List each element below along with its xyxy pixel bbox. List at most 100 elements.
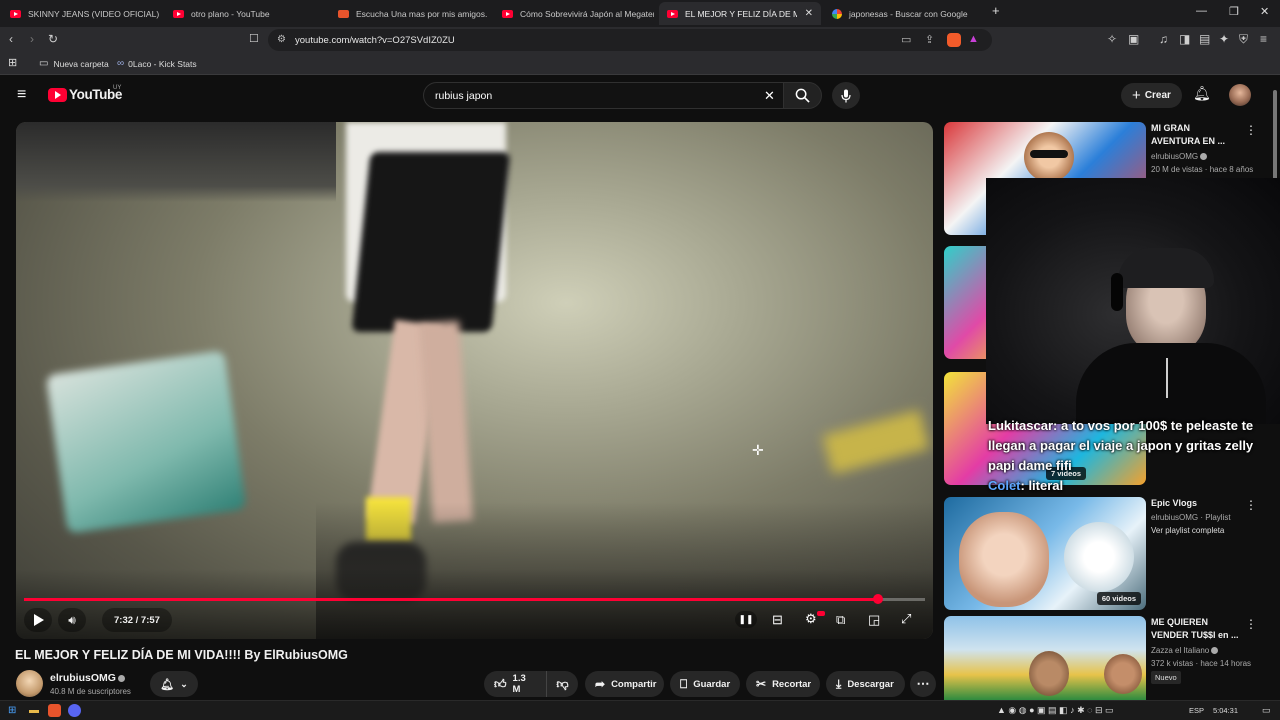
cast-icon[interactable]: ◲ <box>868 612 880 628</box>
necklace <box>1166 358 1168 398</box>
media-icon[interactable]: ♫ <box>1159 32 1168 46</box>
share-button[interactable]: ➦ Compartir <box>585 671 664 697</box>
address-bar[interactable]: ⚙ youtube.com/watch?v=O27SVdIZ0ZU ▭ ⇪ ▲ <box>268 29 992 51</box>
save-playlist-icon: ⎕ <box>680 676 688 691</box>
close-tab-icon[interactable]: ✕ <box>805 8 813 19</box>
link-icon: ∞ <box>117 58 125 69</box>
brave-rewards-icon[interactable]: ▲ <box>968 33 979 45</box>
more-options-icon[interactable]: ⋮ <box>1245 617 1257 631</box>
verified-icon <box>117 674 125 682</box>
browser-tab[interactable]: Escucha Una mas por mis amigos. Pr <box>330 2 490 25</box>
streamer-webcam <box>986 178 1280 424</box>
headphones-icon <box>1111 273 1123 311</box>
recommendation-thumbnail[interactable]: 60 videos <box>944 497 1146 610</box>
clock[interactable]: 5:04:31 <box>1213 706 1238 715</box>
recommendation-title[interactable]: ME QUIEREN VENDER TU$$I en ... <box>1151 616 1241 642</box>
video-title: EL MEJOR Y FELIZ DÍA DE MI VIDA!!!! By E… <box>15 648 348 662</box>
discord-icon[interactable] <box>68 704 81 717</box>
subscription-bell-button[interactable]: 🔔︎ ⌄ <box>150 671 198 697</box>
voice-search-button[interactable] <box>832 82 860 109</box>
more-options-icon[interactable]: ⋮ <box>1245 123 1257 137</box>
recommendation-title[interactable]: MI GRAN AVENTURA EN ... <box>1151 122 1241 148</box>
scissors-icon: ✂ <box>756 677 767 691</box>
recommendation-channel[interactable]: elrubiusOMG · Playlist <box>1151 513 1231 522</box>
more-actions-button[interactable]: ⋯ <box>910 671 936 697</box>
search-input[interactable]: rubius japon ✕ <box>423 82 785 109</box>
recommendation-meta: 20 M de vistas · hace 8 años <box>1151 165 1254 174</box>
os-taskbar: ⊞ ▬ ▲ ◉ ◍ ● ▣ ▤ ◧ ♪ ✱ ◌ ⊟ ▭ ESP 5:04:31 … <box>0 700 1280 720</box>
view-playlist-link[interactable]: Ver playlist completa <box>1151 526 1224 535</box>
like-button[interactable]: 👍︎ 1.3 M <box>484 671 546 697</box>
recommendation-thumbnail[interactable] <box>944 616 1146 700</box>
recommendation-channel[interactable]: elrubiusOMG <box>1151 152 1208 161</box>
recommendation-channel[interactable]: Zazza el Italiano <box>1151 646 1219 655</box>
recommendation-title[interactable]: Epic Vlogs <box>1151 497 1241 510</box>
install-app-icon[interactable]: ▭ <box>901 33 911 46</box>
bookmark-icon[interactable]: ☐ <box>249 32 259 45</box>
channel-avatar[interactable] <box>16 670 43 697</box>
browser-tab-active[interactable]: EL MEJOR Y FELIZ DÍA DE MI VID ✕ <box>659 2 821 25</box>
site-info-icon[interactable]: ⚙ <box>277 34 286 45</box>
keyboard-language[interactable]: ESP <box>1189 706 1204 715</box>
youtube-logo-icon[interactable] <box>48 88 67 102</box>
video-frame-shorts <box>351 152 511 332</box>
notification-center-icon[interactable]: ▭ <box>1262 705 1271 716</box>
create-button[interactable]: + Crear <box>1121 83 1182 108</box>
reload-icon[interactable]: ↻ <box>48 32 58 46</box>
windows-start-icon[interactable]: ⊞ <box>8 705 16 716</box>
save-button[interactable]: ⎕ Guardar <box>670 671 740 697</box>
screenshot-icon[interactable]: ▣ <box>1128 32 1139 46</box>
notifications-bell-icon[interactable]: 🔔︎ <box>1193 85 1211 102</box>
apps-grid-icon[interactable]: ⊞ <box>8 56 17 69</box>
forward-icon[interactable]: › <box>30 32 34 46</box>
browser-tab[interactable]: japonesas - Buscar con Google <box>824 2 984 25</box>
progress-bar[interactable] <box>24 594 925 604</box>
plus-icon: + <box>1132 87 1141 104</box>
video-player[interactable]: ✛ 🔊︎ 7:32 / 7:57 ❚❚ ⊟ ⚙ ⧉ ◲ ⤢ <box>16 122 933 639</box>
minimize-icon[interactable]: — <box>1196 5 1207 17</box>
share-icon[interactable]: ⇪ <box>925 33 934 46</box>
wallet-icon[interactable]: ▤ <box>1199 32 1210 46</box>
autoplay-toggle[interactable]: ❚❚ <box>735 611 757 628</box>
chevron-down-icon: ⌄ <box>180 678 188 689</box>
settings-gear-icon[interactable]: ⚙ <box>805 611 817 627</box>
bookmark-folder[interactable]: ▭ Nueva carpeta <box>39 58 109 69</box>
browser-tab[interactable]: otro plano - YouTube <box>165 2 325 25</box>
tray-icons[interactable]: ▲ ◉ ◍ ● ▣ ▤ ◧ ♪ ✱ ◌ ⊟ ▭ <box>997 705 1114 716</box>
share-arrow-icon: ➦ <box>595 677 606 691</box>
dislike-button[interactable]: 👎︎ <box>546 671 578 697</box>
clear-search-icon[interactable]: ✕ <box>764 88 775 104</box>
fullscreen-icon[interactable]: ⤢ <box>901 611 911 627</box>
download-button[interactable]: ⤓ Descargar <box>826 671 905 697</box>
volume-button[interactable]: 🔊︎ <box>58 608 86 632</box>
bell-icon: 🔔︎ <box>160 678 175 691</box>
webcam-torso <box>1076 343 1266 424</box>
progress-fill <box>24 598 879 601</box>
play-button[interactable] <box>24 608 52 632</box>
verified-icon <box>1200 153 1208 161</box>
guide-menu-icon[interactable]: ≡ <box>17 86 26 104</box>
new-tab-button[interactable]: + <box>992 3 1000 18</box>
subtitles-icon[interactable]: ⊟ <box>772 612 783 628</box>
restore-icon[interactable]: ❐ <box>1229 5 1239 18</box>
leo-ai-icon[interactable]: ✦ <box>1219 32 1229 46</box>
sidebar-icon[interactable]: ◨ <box>1179 32 1190 46</box>
browser-tab[interactable]: SKINNY JEANS (VIDEO OFICIAL) - Yo <box>2 2 160 25</box>
vpn-icon[interactable]: ⛨ <box>1239 32 1248 47</box>
channel-name[interactable]: elrubiusOMG <box>50 672 125 684</box>
browser-tab[interactable]: Cómo Sobrevivirá Japón al Megaterr <box>494 2 654 25</box>
menu-icon[interactable]: ≡ <box>1260 32 1267 46</box>
extensions-icon[interactable]: ✧ <box>1107 32 1117 46</box>
close-window-icon[interactable]: ✕ <box>1260 5 1269 18</box>
more-options-icon[interactable]: ⋮ <box>1245 498 1257 512</box>
brave-browser-icon[interactable] <box>48 704 61 717</box>
page-scrollbar[interactable] <box>1273 90 1277 180</box>
avatar[interactable] <box>1229 84 1251 106</box>
bookmark-link[interactable]: ∞ 0Laco - Kick Stats <box>117 58 197 69</box>
miniplayer-icon[interactable]: ⧉ <box>836 612 845 628</box>
search-button[interactable] <box>783 82 822 109</box>
brave-shield-icon[interactable] <box>947 33 961 47</box>
back-icon[interactable]: ‹ <box>9 32 13 46</box>
clip-button[interactable]: ✂ Recortar <box>746 671 820 697</box>
file-explorer-icon[interactable]: ▬ <box>29 705 39 716</box>
